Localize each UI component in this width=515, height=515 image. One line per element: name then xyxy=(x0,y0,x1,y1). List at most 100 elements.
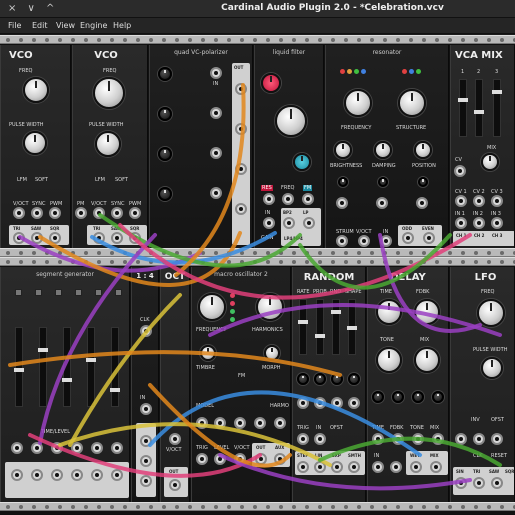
pulse-width-knob[interactable] xyxy=(481,357,503,379)
trig-jack[interactable] xyxy=(297,433,309,445)
cv2-jack[interactable] xyxy=(473,195,485,207)
voct-jack[interactable] xyxy=(234,453,246,465)
out-jack[interactable] xyxy=(235,123,247,135)
out-jack[interactable] xyxy=(255,453,267,465)
attenuverter-knob[interactable] xyxy=(418,177,428,187)
rate-cv-knob[interactable] xyxy=(297,373,309,385)
even-out-jack[interactable] xyxy=(423,232,435,244)
ofst-jack[interactable] xyxy=(491,433,503,445)
in2-jack[interactable] xyxy=(473,217,485,229)
time-knob[interactable] xyxy=(376,299,402,325)
smth-out-jack[interactable] xyxy=(348,461,360,473)
segment-slider[interactable] xyxy=(38,327,48,407)
in-jack[interactable] xyxy=(263,217,275,229)
frequency-knob[interactable] xyxy=(198,293,226,321)
segment-slider[interactable] xyxy=(14,327,24,407)
saw-out-jack[interactable] xyxy=(491,477,503,489)
attenuverter-knob[interactable] xyxy=(378,177,388,187)
mix-cv-jack[interactable] xyxy=(454,165,466,177)
segment-slider[interactable] xyxy=(86,327,96,407)
out-jack[interactable] xyxy=(140,455,152,467)
odd-out-jack[interactable] xyxy=(402,232,414,244)
freq-knob[interactable] xyxy=(93,77,125,109)
rate-slider[interactable] xyxy=(298,299,308,355)
voct-jack[interactable] xyxy=(358,235,370,247)
fm-cv-jack[interactable] xyxy=(302,193,314,205)
out-jack[interactable] xyxy=(235,203,247,215)
lfo-module[interactable]: LFO FREQ PULSE WIDTH INV OFST CLK RESET … xyxy=(450,267,515,502)
attenuverter-knob[interactable] xyxy=(338,177,348,187)
shape-slider[interactable] xyxy=(347,299,357,355)
voct-jack[interactable] xyxy=(13,207,25,219)
prob-cv-knob[interactable] xyxy=(314,373,326,385)
strum-jack[interactable] xyxy=(336,235,348,247)
cv-knob[interactable] xyxy=(432,391,444,403)
channel-slider[interactable] xyxy=(492,79,502,137)
tone-knob[interactable] xyxy=(376,347,402,373)
out-jack[interactable] xyxy=(140,475,152,487)
clock-divider-module[interactable]: 1 : 4 CLK IN xyxy=(131,267,159,502)
shape-jack[interactable] xyxy=(348,397,360,409)
level-jack[interactable] xyxy=(214,453,226,465)
segment-jack[interactable] xyxy=(111,442,123,454)
cv-jack[interactable] xyxy=(336,197,348,209)
damping-knob[interactable] xyxy=(374,141,392,159)
cutoff-knob[interactable] xyxy=(275,105,307,137)
mix-knob[interactable] xyxy=(414,347,440,373)
brightness-knob[interactable] xyxy=(334,141,352,159)
segment-button[interactable] xyxy=(35,289,42,296)
sync-jack[interactable] xyxy=(111,207,123,219)
sqr-out-jack[interactable] xyxy=(49,232,61,244)
in-jack[interactable] xyxy=(380,235,392,247)
tri-out-jack[interactable] xyxy=(473,477,485,489)
harmo-cv-jack[interactable] xyxy=(274,417,286,429)
resonator-module[interactable]: resonator FREQUENCY STRUCTURE BRIGHTNESS… xyxy=(325,45,449,248)
macro-oscillator-module[interactable]: macro oscillator 2 FREQUENCY HARMONICS T… xyxy=(191,267,291,502)
timbre-cv-jack[interactable] xyxy=(214,417,226,429)
tri-out-jack[interactable] xyxy=(93,232,105,244)
level-knob[interactable] xyxy=(158,147,172,161)
timbre-knob[interactable] xyxy=(200,345,216,361)
clk-jack[interactable] xyxy=(140,325,152,337)
freq-cv-jack[interactable] xyxy=(282,193,294,205)
inv-jack[interactable] xyxy=(473,433,485,445)
segment-jack[interactable] xyxy=(71,442,83,454)
segment-button[interactable] xyxy=(55,289,62,296)
shape-cv-knob[interactable] xyxy=(348,373,360,385)
clk-jack[interactable] xyxy=(390,461,402,473)
bp-out-jack[interactable] xyxy=(283,217,295,229)
saw-out-jack[interactable] xyxy=(31,232,43,244)
in-jack[interactable] xyxy=(210,187,222,199)
in3-jack[interactable] xyxy=(491,217,503,229)
vca-mix-module[interactable]: VCA MIX 1 2 3 MIX CV CV 1 CV 2 CV 3 IN 1… xyxy=(450,45,515,248)
oct-module[interactable]: OCT V/OCT OUT xyxy=(160,267,190,502)
module-rack[interactable]: VCO FREQ PULSE WIDTH LFM SOFT V/OCT SYNC… xyxy=(0,35,515,515)
segment-out-jack[interactable] xyxy=(111,469,123,481)
model-cv-jack[interactable] xyxy=(196,417,208,429)
fm-cv-jack[interactable] xyxy=(234,417,246,429)
tone-jack[interactable] xyxy=(412,433,424,445)
in-jack[interactable] xyxy=(210,67,222,79)
menu-view[interactable]: View xyxy=(56,21,75,30)
segment-jack[interactable] xyxy=(11,442,23,454)
freq-knob[interactable] xyxy=(477,299,505,327)
morph-knob[interactable] xyxy=(264,345,280,361)
in-jack[interactable] xyxy=(314,433,326,445)
morph-cv-jack[interactable] xyxy=(254,417,266,429)
pwm-jack[interactable] xyxy=(129,207,141,219)
segment-out-jack[interactable] xyxy=(71,469,83,481)
voct-jack[interactable] xyxy=(93,207,105,219)
in-jack[interactable] xyxy=(210,147,222,159)
lin-out-jack[interactable] xyxy=(314,461,326,473)
in-jack[interactable] xyxy=(372,461,384,473)
fm-knob[interactable] xyxy=(293,153,311,171)
in-jack[interactable] xyxy=(210,107,222,119)
segment-out-jack[interactable] xyxy=(11,469,23,481)
out-jack[interactable] xyxy=(235,163,247,175)
mix-out-jack[interactable] xyxy=(430,461,442,473)
cv-jack[interactable] xyxy=(416,197,428,209)
saw-out-jack[interactable] xyxy=(111,232,123,244)
freq-knob[interactable] xyxy=(23,77,49,103)
voct-in-jack[interactable] xyxy=(169,433,181,445)
cv-knob[interactable] xyxy=(412,391,424,403)
